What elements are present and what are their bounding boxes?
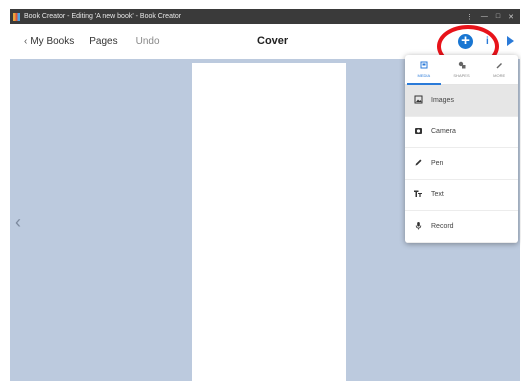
pen-icon: [405, 158, 431, 169]
previous-page-icon[interactable]: ‹: [15, 212, 21, 233]
menu-item-camera-label: Camera: [431, 128, 456, 136]
tab-shapes-label: SHAPES: [453, 73, 470, 78]
menu-item-pen-label: Pen: [431, 159, 444, 167]
media-icon: [420, 61, 428, 71]
close-button[interactable]: ✕: [508, 13, 514, 21]
menu-item-camera[interactable]: Camera: [405, 117, 518, 148]
pages-button[interactable]: Pages: [89, 36, 117, 47]
image-icon: [405, 95, 431, 106]
more-icon: [495, 61, 503, 71]
tab-shapes[interactable]: SHAPES: [443, 55, 481, 84]
info-icon[interactable]: i: [486, 36, 489, 47]
tab-more-label: MORE: [493, 73, 506, 78]
tab-media-label: MEDIA: [417, 73, 431, 78]
window-titlebar: Book Creator - Editing 'A new book' - Bo…: [10, 9, 520, 24]
camera-icon: [405, 126, 431, 137]
menu-item-pen[interactable]: Pen: [405, 148, 518, 180]
chevron-left-icon: ‹: [24, 36, 28, 47]
play-icon[interactable]: [507, 36, 514, 46]
tab-more[interactable]: MORE: [480, 55, 518, 84]
window-controls: ⋮ — □ ✕: [466, 13, 520, 21]
tab-media[interactable]: MEDIA: [405, 55, 443, 85]
microphone-icon: [405, 221, 431, 232]
add-menu-panel: MEDIA SHAPES MORE Images Camera Pen Text…: [405, 55, 518, 243]
window-menu-button[interactable]: ⋮: [466, 13, 473, 21]
window-title: Book Creator - Editing 'A new book' - Bo…: [24, 13, 182, 20]
my-books-button[interactable]: ‹ My Books: [24, 36, 74, 47]
menu-item-text[interactable]: Text: [405, 180, 518, 211]
book-page-canvas[interactable]: [192, 63, 346, 381]
maximize-button[interactable]: □: [496, 13, 500, 21]
my-books-label: My Books: [30, 36, 75, 47]
minimize-button[interactable]: —: [481, 13, 488, 21]
menu-item-images-label: Images: [431, 96, 454, 104]
undo-button[interactable]: Undo: [136, 36, 160, 47]
add-menu-tabs: MEDIA SHAPES MORE: [405, 55, 518, 85]
menu-item-images[interactable]: Images: [405, 85, 518, 117]
menu-item-text-label: Text: [431, 191, 444, 199]
menu-item-record[interactable]: Record: [405, 211, 518, 243]
page-title: Cover: [257, 35, 289, 47]
menu-item-record-label: Record: [431, 222, 454, 230]
shapes-icon: [458, 61, 466, 71]
app-logo-icon: [13, 12, 20, 21]
text-icon: [405, 189, 431, 200]
